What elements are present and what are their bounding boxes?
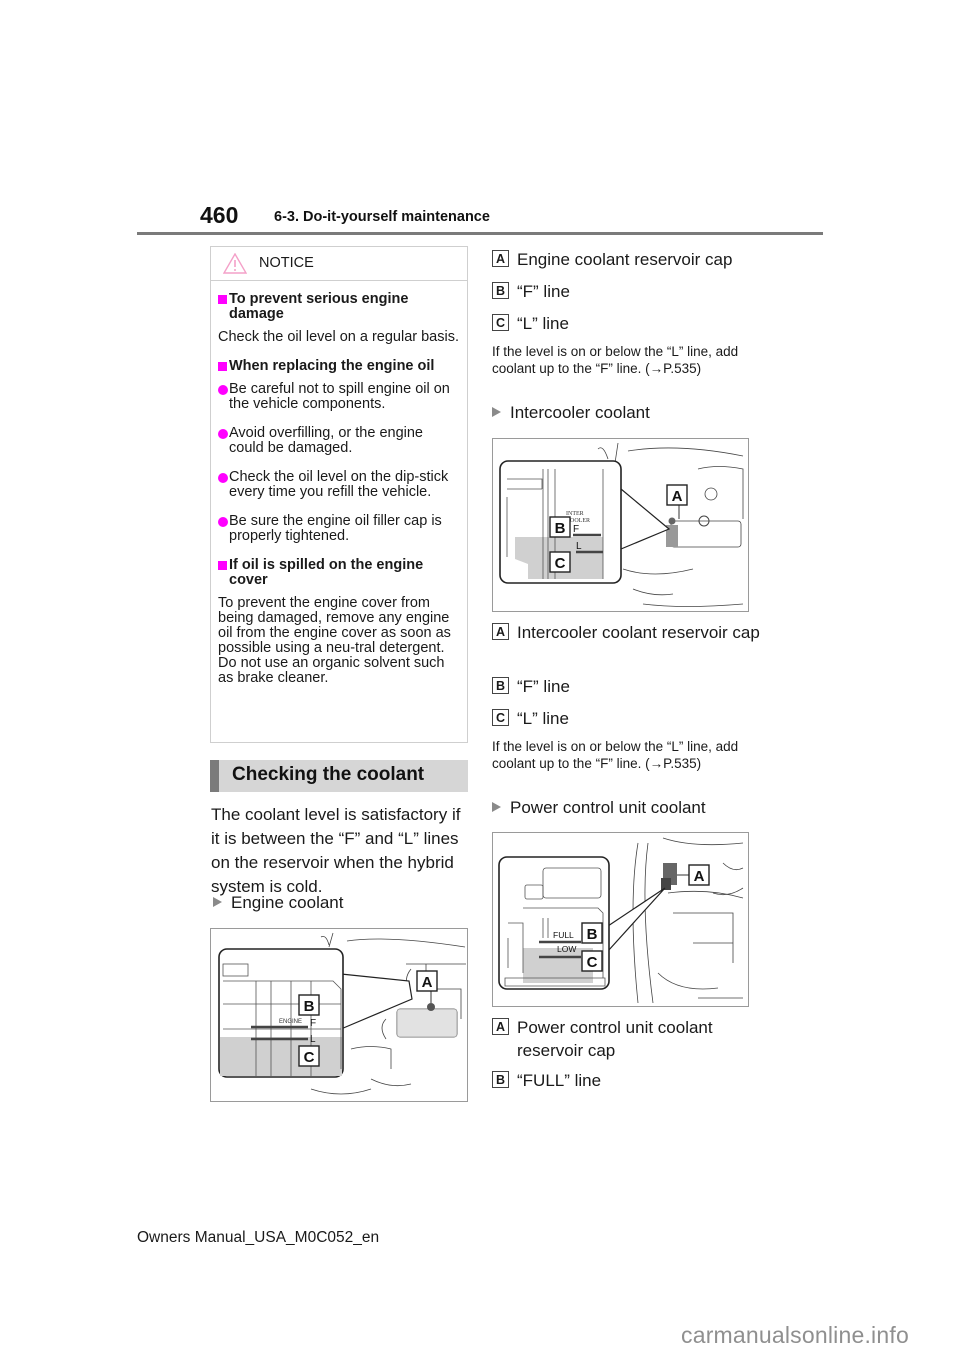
warning-triangle-icon	[223, 253, 247, 274]
triangle-bullet-icon	[492, 407, 501, 417]
notice-bullet: Avoid overfilling, or the engine could b…	[218, 426, 459, 456]
triangle-bullet-icon	[213, 897, 222, 907]
refill-note: If the level is on or below the “L” line…	[492, 739, 739, 771]
callout-a: A	[672, 488, 683, 505]
callout-key-b: B	[492, 282, 509, 299]
intercooler-coolant-illustration: INTER COOLER F L B C A	[499, 442, 744, 607]
legend-item: B “F” line	[492, 280, 762, 303]
engine-coolant-figure: ENGINE F L B C A	[210, 928, 468, 1102]
f-mark: F	[573, 524, 579, 535]
legend-item: B “FULL” line	[492, 1069, 762, 1092]
header-divider	[137, 232, 823, 235]
section-header: Checking the coolant	[210, 760, 468, 792]
callout-a: A	[694, 868, 705, 885]
pcu-coolant-illustration: FULL LOW B C A	[498, 837, 744, 1004]
legend-item: C “L” line	[492, 707, 762, 730]
coolant-intro: The coolant level is satisfactory if it …	[211, 805, 461, 896]
legend-item: A Intercooler coolant reservoir cap	[492, 621, 762, 644]
notice-bullet: Be careful not to spill engine oil on th…	[218, 382, 459, 412]
callout-b: B	[304, 998, 315, 1015]
callout-key-b: B	[492, 1071, 509, 1088]
intercooler-coolant-figure: INTER COOLER F L B C A	[492, 438, 749, 612]
engine-coolant-illustration: ENGINE F L B C A	[218, 932, 466, 1095]
callout-key-a: A	[492, 1018, 509, 1035]
callout-b: B	[587, 926, 598, 943]
manual-id-footer: Owners Manual_USA_M0C052_en	[137, 1229, 380, 1246]
square-bullet-icon	[218, 362, 227, 371]
notice-bullet: Check the oil level on the dip-stick eve…	[218, 470, 459, 500]
callout-key-a: A	[492, 623, 509, 640]
legend-item: B “F” line	[492, 675, 762, 698]
section-header-title: Checking the coolant	[232, 764, 425, 785]
callout-a: A	[422, 974, 433, 991]
legend-item: A Power control unit coolant reservoir ca…	[492, 1016, 762, 1062]
notice-header: NOTICE	[211, 247, 467, 281]
watermark: carmanualsonline.info	[681, 1322, 909, 1348]
notice-heading: When replacing the engine oil	[218, 359, 459, 374]
refill-note: If the level is on or below the “L” line…	[492, 344, 739, 376]
notice-box: NOTICE To prevent serious engine damage …	[210, 246, 468, 743]
section-title: 6-3. Do-it-yourself maintenance	[274, 209, 490, 225]
callout-c: C	[555, 555, 566, 572]
subheading-intercooler-coolant: Intercooler coolant	[492, 403, 650, 423]
callout-key-a: A	[492, 250, 509, 267]
callout-key-c: C	[492, 709, 509, 726]
l-mark: L	[576, 541, 582, 552]
f-mark: F	[310, 1018, 316, 1029]
circle-bullet-icon	[218, 429, 228, 439]
notice-heading: To prevent serious engine damage	[218, 292, 459, 322]
legend-item: C “L” line	[492, 312, 762, 335]
callout-key-c: C	[492, 314, 509, 331]
page-number: 460	[200, 202, 239, 228]
subheading-pcu-coolant: Power control unit coolant	[492, 798, 706, 818]
notice-bullet: Be sure the engine oil filler cap is pro…	[218, 514, 459, 544]
notice-text: Check the oil level on a regular basis.	[218, 329, 459, 345]
inter-mark: INTER	[566, 511, 584, 517]
triangle-bullet-icon	[492, 802, 501, 812]
circle-bullet-icon	[218, 473, 228, 483]
section-header-accent	[210, 760, 219, 792]
callout-key-b: B	[492, 677, 509, 694]
notice-heading: If oil is spilled on the engine cover	[218, 558, 459, 588]
circle-bullet-icon	[218, 517, 228, 527]
callout-b: B	[555, 520, 566, 537]
callout-c: C	[587, 954, 598, 971]
low-mark: LOW	[557, 944, 576, 954]
notice-label: NOTICE	[259, 255, 314, 271]
square-bullet-icon	[218, 561, 227, 570]
legend-item: A Engine coolant reservoir cap	[492, 248, 762, 271]
l-mark: L	[310, 1034, 316, 1045]
circle-bullet-icon	[218, 385, 228, 395]
subheading-engine-coolant: Engine coolant	[213, 893, 343, 913]
callout-c: C	[304, 1049, 315, 1066]
full-mark: FULL	[553, 930, 574, 940]
square-bullet-icon	[218, 295, 227, 304]
engine-mark: ENGINE	[279, 1019, 302, 1025]
notice-text: To prevent the engine cover from being d…	[218, 595, 451, 686]
pcu-coolant-figure: FULL LOW B C A	[492, 832, 749, 1007]
